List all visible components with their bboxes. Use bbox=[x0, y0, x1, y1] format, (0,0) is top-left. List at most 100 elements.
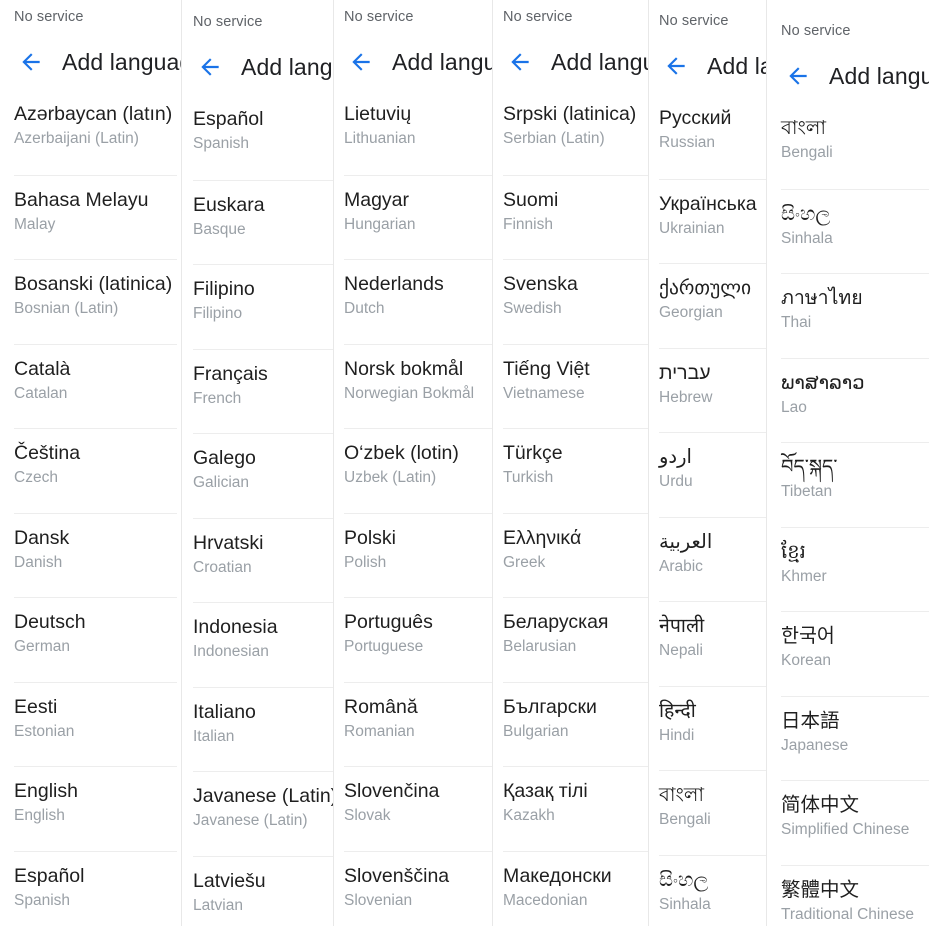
language-list-item[interactable]: Español Spanish bbox=[193, 95, 333, 180]
language-list-item[interactable]: Slovenčina Slovak bbox=[344, 766, 492, 851]
language-list-item[interactable]: Magyar Hungarian bbox=[344, 174, 492, 260]
language-english-name: Catalan bbox=[14, 384, 68, 402]
language-list-item[interactable]: 한국어 Korean bbox=[781, 611, 929, 696]
language-list-item[interactable]: Polski Polish bbox=[344, 512, 492, 598]
language-list-item[interactable]: Беларуская Belarusian bbox=[503, 597, 648, 682]
language-list-item[interactable]: Galego Galician bbox=[193, 433, 333, 518]
arrow-left-icon[interactable] bbox=[503, 45, 537, 79]
language-list-item[interactable]: Македонски Macedonian bbox=[503, 850, 648, 926]
language-list-item[interactable]: Español Spanish bbox=[14, 850, 177, 926]
language-list-item[interactable]: Dansk Danish bbox=[14, 512, 177, 598]
language-english-name: Dutch bbox=[344, 300, 385, 317]
language-list-item[interactable]: Čeština Czech bbox=[14, 428, 177, 513]
language-english-name: Simplified Chinese bbox=[781, 821, 910, 838]
language-list-item[interactable]: Ελληνικά Greek bbox=[503, 512, 648, 598]
language-list-item[interactable]: Română Romanian bbox=[344, 681, 492, 767]
language-list-item[interactable]: Norsk bokmål Norwegian Bokmål bbox=[344, 343, 492, 429]
language-english-name: Turkish bbox=[503, 469, 554, 486]
language-list-item[interactable]: বাংলা Bengali bbox=[659, 770, 766, 855]
language-list-item[interactable]: Euskara Basque bbox=[193, 179, 333, 265]
language-english-name: Portuguese bbox=[344, 638, 424, 655]
language-list-item[interactable]: Italiano Italian bbox=[193, 686, 333, 772]
add-language-screen: No service Add language Azərbaycan (latın)… bbox=[0, 0, 181, 926]
app-bar: Add language bbox=[193, 39, 333, 95]
phone-screenshot-1: No service Add language Azərbaycan (latın)… bbox=[0, 0, 181, 926]
language-list-item[interactable]: اردو Urdu bbox=[659, 432, 766, 517]
language-list-item[interactable]: Svenska Swedish bbox=[503, 259, 648, 344]
language-english-name: Lao bbox=[781, 398, 807, 416]
language-list-item[interactable]: ქართული Georgian bbox=[659, 263, 766, 348]
language-list-item[interactable]: English English bbox=[14, 766, 177, 851]
arrow-left-icon[interactable] bbox=[14, 45, 48, 79]
language-list-item[interactable]: Slovenščina Slovenian bbox=[344, 850, 492, 926]
language-list-item[interactable]: Hrvatski Croatian bbox=[193, 517, 333, 603]
language-list-item[interactable]: Filipino Filipino bbox=[193, 264, 333, 349]
language-list-item[interactable]: සිංහල Sinhala bbox=[781, 188, 929, 274]
language-list-item[interactable]: O‘zbek (lotin) Uzbek (Latin) bbox=[344, 428, 492, 513]
language-list-item[interactable]: Bahasa Melayu Malay bbox=[14, 174, 177, 260]
language-list-item[interactable]: ภาษาไทย Thai bbox=[781, 273, 929, 358]
language-list-item[interactable]: Srpski (latinica) Serbian (Latin) bbox=[503, 90, 648, 175]
language-list-item[interactable]: Lietuvių Lithuanian bbox=[344, 90, 492, 175]
arrow-left-icon[interactable] bbox=[781, 59, 815, 93]
language-native-name: Javanese (Latin) bbox=[193, 785, 333, 807]
language-native-name: Македонски bbox=[503, 864, 612, 887]
language-list-item[interactable]: ខ្មែរ Khmer bbox=[781, 526, 929, 612]
language-list-item[interactable]: Tiếng Việt Vietnamese bbox=[503, 343, 648, 429]
language-native-name: Español bbox=[14, 864, 85, 887]
language-list-item[interactable]: Български Bulgarian bbox=[503, 681, 648, 767]
language-list-item[interactable]: বাংলা Bengali bbox=[781, 104, 929, 189]
language-native-name: Svenska bbox=[503, 273, 578, 295]
language-english-name: Nepali bbox=[659, 642, 703, 659]
language-list-item[interactable]: Українська Ukrainian bbox=[659, 178, 766, 264]
language-list-item[interactable]: Türkçe Turkish bbox=[503, 428, 648, 513]
language-list-item[interactable]: Javanese (Latin) Javanese (Latin) bbox=[193, 771, 333, 856]
language-native-name: Lietuvių bbox=[344, 103, 412, 125]
language-english-name: Hebrew bbox=[659, 388, 713, 406]
language-list-item[interactable]: Català Catalan bbox=[14, 343, 177, 429]
language-list-item[interactable]: Eesti Estonian bbox=[14, 681, 177, 767]
carrier-status-label: No service bbox=[503, 9, 573, 25]
phone-screenshot-3: No service Add language Lietuvių Lithuanian… bbox=[333, 0, 492, 926]
language-list-item[interactable]: Deutsch German bbox=[14, 597, 177, 682]
language-native-name: 简体中文 bbox=[781, 794, 860, 816]
language-list-item[interactable]: Suomi Finnish bbox=[503, 174, 648, 260]
page-title: Add language bbox=[551, 48, 648, 75]
language-list-item[interactable]: Azərbaycan (latın) Azerbaijani (Latin) bbox=[14, 90, 177, 175]
language-native-name: العربية bbox=[659, 530, 713, 553]
language-native-name: Қазақ тілі bbox=[503, 780, 588, 802]
language-list-item[interactable]: සිංහල Sinhala bbox=[659, 854, 766, 926]
language-list-item[interactable]: नेपाली Nepali bbox=[659, 601, 766, 686]
arrow-left-icon[interactable] bbox=[344, 45, 378, 79]
status-bar: No service bbox=[503, 0, 648, 34]
language-list-item[interactable]: Русский Russian bbox=[659, 94, 766, 179]
language-list-item[interactable]: 简体中文 Simplified Chinese bbox=[781, 780, 929, 865]
language-list-item[interactable]: བོད་སྐད་ Tibetan bbox=[781, 442, 929, 527]
language-list-item[interactable]: Indonesia Indonesian bbox=[193, 602, 333, 687]
language-english-name: Czech bbox=[14, 469, 58, 486]
language-list-item[interactable]: العربية Arabic bbox=[659, 516, 766, 602]
phone-screenshot-6: No service Add language বাংলা Bengali සිංහල S… bbox=[766, 0, 929, 926]
language-list-item[interactable]: Latviešu Latvian bbox=[193, 855, 333, 926]
language-list-item[interactable]: 日本語 Japanese bbox=[781, 695, 929, 781]
language-english-name: Sinhala bbox=[659, 895, 711, 913]
language-list-item[interactable]: Nederlands Dutch bbox=[344, 259, 492, 344]
language-list-item[interactable]: ພາສາລາວ Lao bbox=[781, 357, 929, 443]
language-list-item[interactable]: Português Portuguese bbox=[344, 597, 492, 682]
language-native-name: Italiano bbox=[193, 700, 256, 723]
language-english-name: Russian bbox=[659, 134, 715, 151]
language-english-name: Basque bbox=[193, 220, 246, 238]
language-list: Azərbaycan (latın) Azerbaijani (Latin) Bah… bbox=[14, 90, 177, 926]
language-list-item[interactable]: Қазақ тілі Kazakh bbox=[503, 766, 648, 851]
arrow-left-icon[interactable] bbox=[659, 49, 693, 83]
language-list-item[interactable]: Bosanski (latinica) Bosnian (Latin) bbox=[14, 259, 177, 344]
language-list-item[interactable]: 繁體中文 Traditional Chinese bbox=[781, 864, 929, 926]
language-list-item[interactable]: עברית Hebrew bbox=[659, 347, 766, 433]
status-bar: No service bbox=[781, 14, 929, 48]
language-list-item[interactable]: हिन्दी Hindi bbox=[659, 685, 766, 771]
language-list-item[interactable]: Français French bbox=[193, 348, 333, 434]
language-english-name: Korean bbox=[781, 652, 831, 669]
arrow-left-icon[interactable] bbox=[193, 50, 227, 84]
language-list: Lietuvių Lithuanian Magyar Hungarian Nederla… bbox=[344, 90, 492, 926]
language-native-name: বাংলা bbox=[659, 784, 705, 806]
